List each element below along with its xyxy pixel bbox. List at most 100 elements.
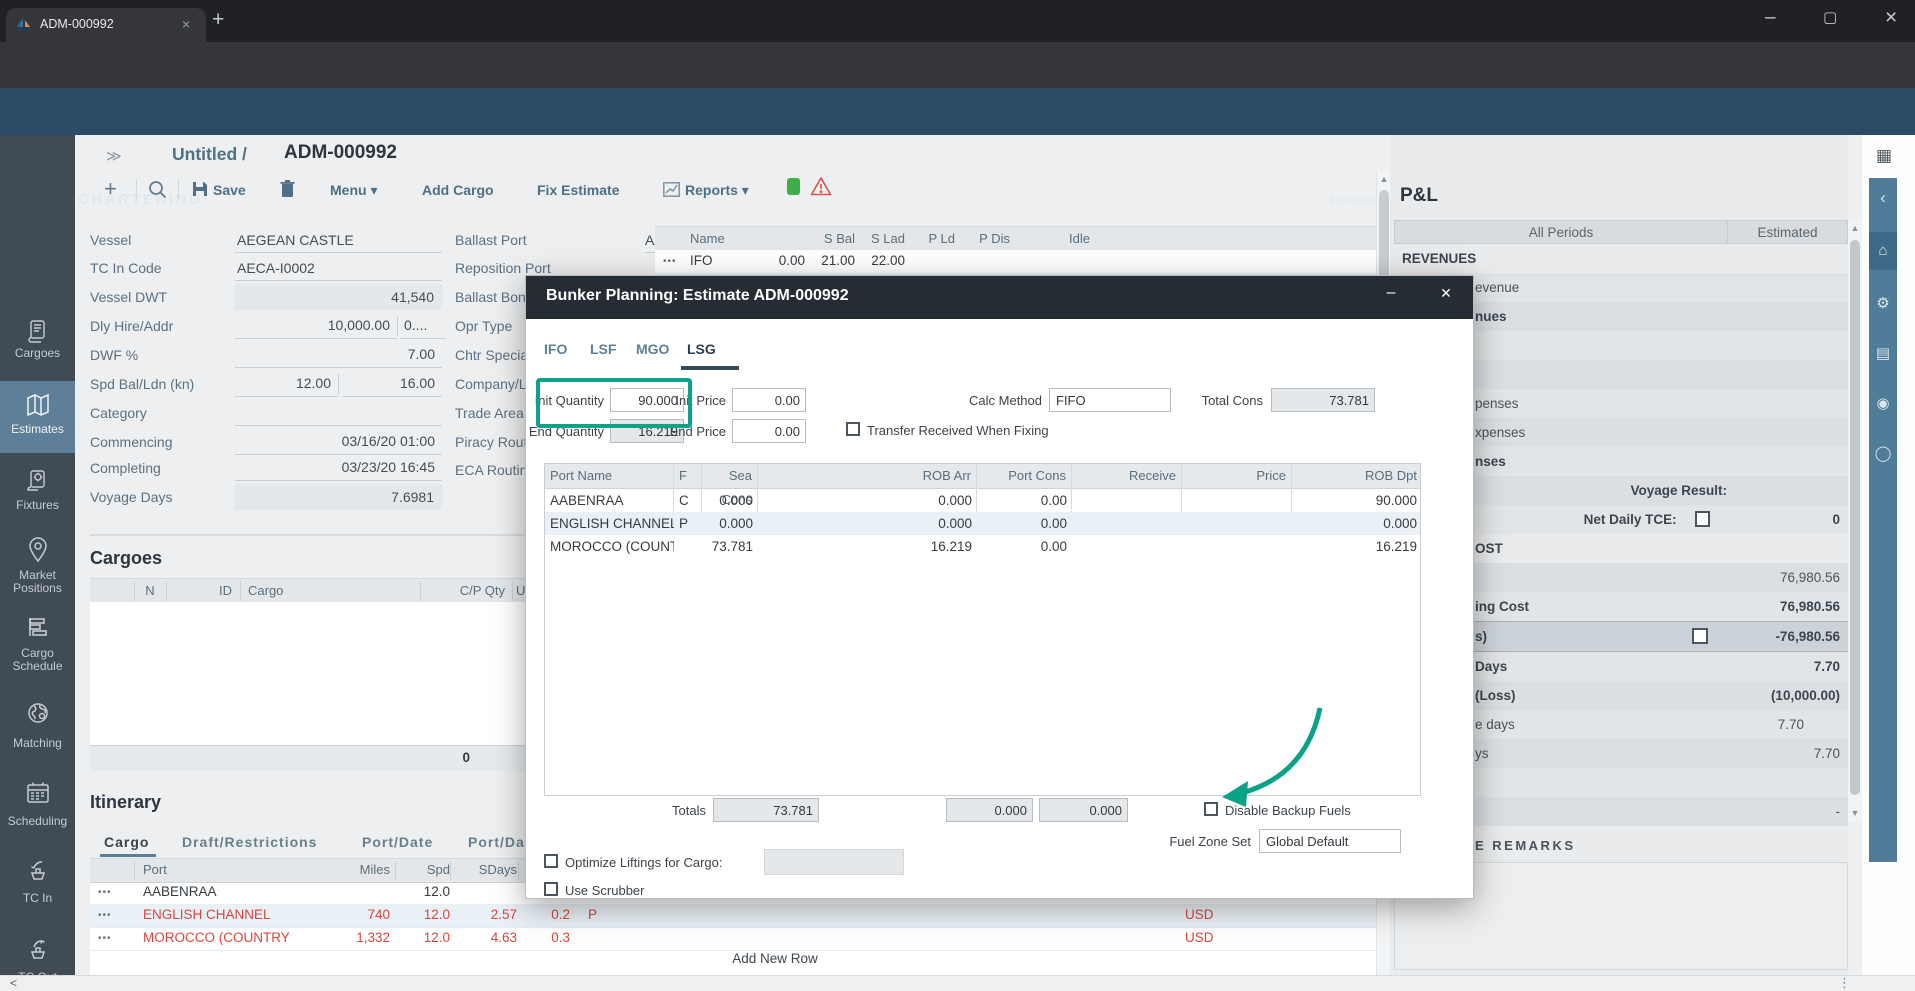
reports-button[interactable]: Reports ▾ (685, 182, 749, 199)
modal-header[interactable]: Bunker Planning: Estimate ADM-000992 – ✕ (526, 276, 1473, 319)
column-header[interactable]: Idle (1020, 231, 1090, 246)
sidebar-item-label[interactable]: Matching (0, 737, 75, 750)
sidebar-item-estimates[interactable] (26, 393, 50, 417)
add-new-row-button[interactable]: Add New Row (90, 951, 1460, 973)
sidebar-item-matching[interactable] (26, 701, 50, 725)
column-header[interactable]: C/P Qty (420, 583, 505, 598)
window-close-icon[interactable]: × (1885, 6, 1897, 30)
calc-method-select[interactable]: FIFO (1049, 388, 1171, 412)
sidebar-item-cargoes[interactable] (26, 319, 49, 343)
circle-outline-icon[interactable]: ◯ (1869, 444, 1897, 462)
row-menu-icon[interactable]: ••• (98, 887, 112, 898)
modal-close-icon[interactable]: ✕ (1431, 285, 1461, 311)
scroll-up-icon[interactable]: ▲ (1848, 223, 1862, 233)
new-tab-icon[interactable]: + (212, 8, 224, 32)
scroll-left-icon[interactable]: < (10, 976, 17, 990)
tab-cargo[interactable]: Cargo (104, 834, 149, 850)
pnl-scrollbar[interactable]: ▲ ▼ (1848, 220, 1862, 822)
browser-tab[interactable]: ADM-000992 × (6, 8, 206, 42)
dwf-value[interactable]: 7.00 (235, 342, 442, 368)
column-header[interactable]: N (135, 583, 165, 598)
modal-table-row[interactable]: MOROCCO (COUNTRY) 73.78116.219 0.00 16.2… (545, 535, 1420, 558)
sidebar-item-label[interactable]: TC In (0, 892, 75, 905)
sidebar-item-label[interactable]: Fixtures (0, 499, 75, 512)
itinerary-row[interactable]: ••• ENGLISH CHANNEL 740 12.0 2.57 0.2 P … (90, 904, 1376, 928)
row-menu-icon[interactable]: ••• (98, 933, 112, 944)
optimize-liftings-input[interactable] (764, 849, 904, 875)
speed-ballast-value[interactable]: 12.00 (235, 371, 338, 397)
add-cargo-button[interactable]: Add Cargo (422, 182, 494, 198)
optimize-liftings-checkbox[interactable] (544, 854, 558, 868)
modal-table-row[interactable]: AABENRAAC 0.0000.000 0.00 90.000 (545, 489, 1420, 512)
reports-chart-icon[interactable] (663, 182, 680, 197)
row-menu-icon[interactable]: ••• (663, 256, 677, 267)
fuel-tab-mgo[interactable]: MGO (636, 341, 669, 357)
sidebar-item-market-positions[interactable] (27, 537, 49, 563)
column-header[interactable]: Spd (400, 862, 450, 877)
collapse-chevron-icon[interactable]: ‹ (1869, 188, 1897, 208)
search-icon[interactable] (148, 180, 167, 199)
sidebar-item-label[interactable]: Estimates (0, 423, 75, 436)
use-scrubber-checkbox[interactable] (544, 882, 558, 896)
sidebar-item-label[interactable]: Scheduling (0, 815, 75, 828)
category-field[interactable] (235, 400, 442, 426)
sidebar-item-tc-out[interactable] (26, 938, 50, 962)
bottom-menu-dots-icon[interactable]: ⋮ (1838, 975, 1851, 991)
commencing-value[interactable]: 03/16/20 01:00 (235, 429, 442, 455)
pnl-period-header[interactable]: All Periods (1394, 220, 1728, 244)
scrollbar-thumb[interactable] (1850, 240, 1860, 795)
sidebar-item-label[interactable]: Cargo Schedule (0, 647, 75, 673)
row-menu-icon[interactable]: ••• (98, 910, 112, 921)
result-checkbox[interactable] (1692, 628, 1708, 644)
settings-gear-icon[interactable]: ⚙ (1869, 294, 1897, 312)
save-icon[interactable] (192, 181, 208, 197)
column-header[interactable]: Cargo (248, 583, 283, 598)
grid-view-icon[interactable]: ▦ (1876, 146, 1892, 166)
sidebar-item-fixtures[interactable] (26, 469, 49, 493)
scroll-up-icon[interactable]: ▲ (1377, 174, 1391, 184)
delete-trash-icon[interactable] (280, 180, 295, 197)
scroll-down-icon[interactable]: ▼ (1848, 808, 1862, 818)
sidebar-item-cargo-schedule[interactable] (27, 616, 49, 638)
tab-close-icon[interactable]: × (182, 16, 190, 32)
menu-button[interactable]: Menu ▾ (330, 182, 377, 199)
tce-checkbox[interactable] (1695, 511, 1711, 527)
sidebar-item-tc-in[interactable] (26, 859, 50, 883)
completing-value[interactable]: 03/23/20 16:45 (235, 455, 442, 481)
breadcrumb-parent[interactable]: Untitled / (172, 144, 247, 165)
expand-chevrons-icon[interactable]: ≫ (106, 147, 122, 165)
horizontal-scrollbar[interactable]: < ⋮ (0, 975, 1915, 991)
fuel-tab-lsf[interactable]: LSF (590, 341, 616, 357)
circle-badge-icon[interactable]: ◉ (1869, 394, 1897, 412)
rail-home-tile[interactable]: ⌂ (1869, 232, 1897, 270)
column-header[interactable]: ID (170, 583, 232, 598)
column-header[interactable]: SDays (455, 862, 517, 877)
document-panel-icon[interactable]: ▤ (1869, 344, 1897, 362)
init-price-input[interactable]: 0.00 (732, 388, 806, 412)
modal-table-row[interactable]: ENGLISH CHANNELP 0.0000.000 0.00 0.000 (545, 512, 1420, 535)
transfer-received-checkbox[interactable] (846, 422, 860, 436)
window-minimize-icon[interactable]: – (1765, 7, 1776, 29)
modal-minimize-icon[interactable]: – (1376, 284, 1406, 310)
tab-draft-restrictions[interactable]: Draft/Restrictions (182, 834, 317, 850)
disable-backup-fuels-checkbox[interactable] (1204, 802, 1218, 816)
save-button[interactable]: Save (213, 182, 246, 198)
fuel-zone-set-select[interactable]: Global Default (1259, 829, 1401, 853)
column-header[interactable]: P Dis (940, 231, 1010, 246)
column-header[interactable]: U (516, 583, 525, 598)
bunker-strip-row[interactable]: ••• IFO 0.00 21.00 22.00 (655, 250, 1376, 274)
itinerary-row[interactable]: ••• MOROCCO (COUNTRY 1,332 12.0 4.63 0.3… (90, 927, 1376, 951)
end-price-input[interactable]: 0.00 (732, 419, 806, 443)
column-header[interactable]: Name (690, 231, 725, 246)
daily-hire-value[interactable]: 10,000.00 (235, 313, 397, 339)
home-icon[interactable]: ⌂ (1869, 242, 1897, 259)
window-maximize-icon[interactable]: ▢ (1823, 8, 1837, 26)
sidebar-item-label[interactable]: Cargoes (0, 347, 75, 360)
fuel-tab-ifo[interactable]: IFO (544, 341, 567, 357)
pnl-estimated-header[interactable]: Estimated (1728, 220, 1848, 244)
speed-laden-value[interactable]: 16.00 (343, 371, 442, 397)
column-header[interactable]: Port (143, 862, 167, 877)
fix-estimate-button[interactable]: Fix Estimate (537, 182, 619, 198)
addr-comm-value[interactable]: 0.... (400, 313, 446, 339)
fuel-tab-lsg[interactable]: LSG (687, 341, 716, 357)
